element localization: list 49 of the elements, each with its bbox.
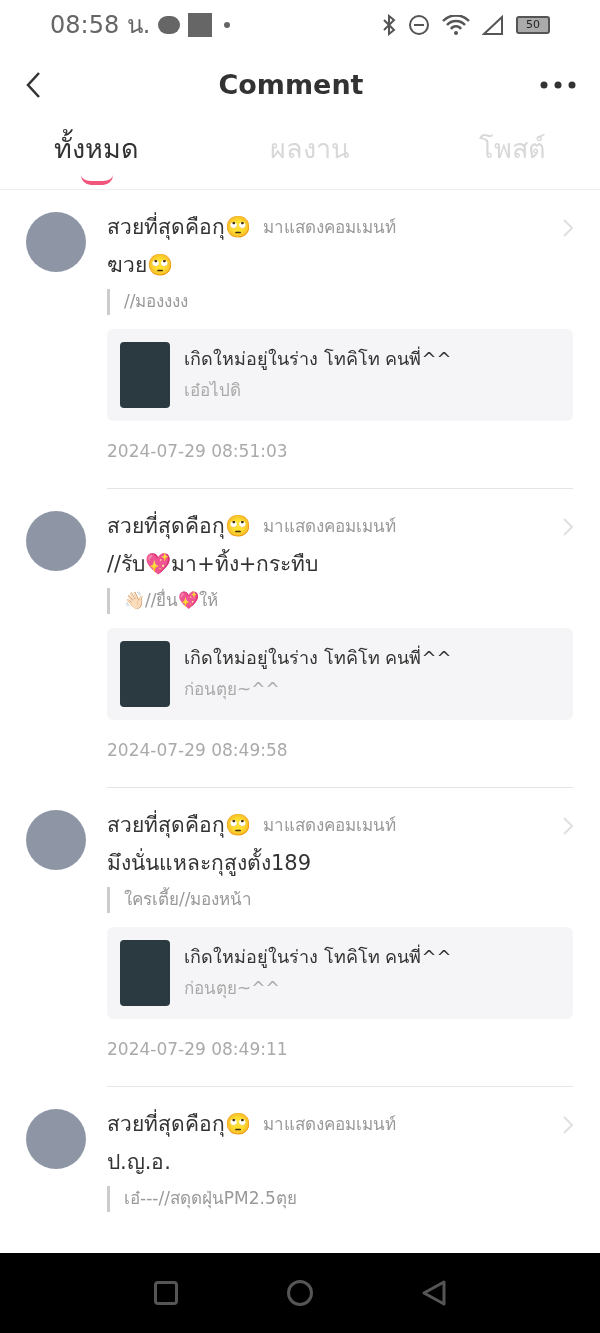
quoted-text: //มองงงง xyxy=(124,291,189,311)
bluetooth-icon xyxy=(382,14,396,36)
home-button[interactable] xyxy=(287,1280,313,1306)
quoted-text: เอ๋---//สดุดฝุ่นPM2.5ตุย xyxy=(124,1188,297,1208)
status-time: 08:58 น. xyxy=(50,10,151,41)
signal-icon xyxy=(482,15,504,35)
quoted-text: 👋🏻//ยื่น💖ให้ xyxy=(124,590,219,610)
more-icon[interactable] xyxy=(540,81,576,89)
work-card[interactable]: เกิดใหม่อยู่ในร่าง โทคิโท คนพี่^^ ก่อนตุย~^^ xyxy=(107,627,573,720)
work-card[interactable]: เกิดใหม่อยู่ในร่าง โทคิโท คนพี่^^ ก่อนตุย~^^ xyxy=(107,926,573,1019)
avatar[interactable] xyxy=(26,511,86,571)
comment-time: 2024-07-29 08:49:58 xyxy=(107,738,289,762)
action-text: มาแสดงคอมเมนท์ xyxy=(263,814,397,837)
wifi-icon xyxy=(442,15,470,35)
work-title: เกิดใหม่อยู่ในร่าง โทคิโท คนพี่^^ xyxy=(184,644,452,671)
comment-time: 2024-07-29 08:51:03 xyxy=(107,439,289,463)
cover-photo-placeholder xyxy=(120,939,170,1006)
back-button[interactable] xyxy=(421,1280,446,1306)
comment-text: ฆวย🙄 xyxy=(107,251,174,279)
comment-text: //รับ💖มา+ทิ้ง+กระทืบ xyxy=(107,548,320,578)
action-text: มาแสดงคอมเมนท์ xyxy=(263,515,397,538)
battery-icon: 50 xyxy=(516,16,550,34)
avatar[interactable] xyxy=(26,212,86,272)
work-excerpt: เอ๋อไปดิ xyxy=(184,379,242,403)
quoted-text: ใครเตี้ย//มองหน้า xyxy=(124,889,253,909)
comment-text: ป.ญ.อ. xyxy=(107,1148,173,1176)
comment-text: มึงนั่นแหละกุสูงตั้ง189 xyxy=(107,847,313,878)
recents-button[interactable] xyxy=(154,1281,179,1305)
cover-photo-placeholder xyxy=(120,341,170,408)
action-text: มาแสดงคอมเมนท์ xyxy=(263,1113,397,1136)
work-excerpt: ก่อนตุย~^^ xyxy=(184,678,281,702)
author-name[interactable]: สวยที่สุดคือกุ🙄 xyxy=(107,212,251,244)
comment-time: 2024-07-29 08:49:11 xyxy=(107,1037,289,1061)
do-not-disturb-icon xyxy=(408,14,430,36)
author-name[interactable]: สวยที่สุดคือกุ🙄 xyxy=(107,1109,251,1141)
tab[interactable]: ทั้งหมด xyxy=(54,120,139,189)
author-name[interactable]: สวยที่สุดคือกุ🙄 xyxy=(107,511,251,543)
avatar[interactable] xyxy=(26,810,86,870)
work-title: เกิดใหม่อยู่ในร่าง โทคิโท คนพี่^^ xyxy=(184,943,452,970)
notification-square-icon xyxy=(188,13,213,37)
cover-photo-placeholder xyxy=(120,640,170,707)
action-text: มาแสดงคอมเมนท์ xyxy=(263,216,397,239)
page-title: Comment xyxy=(217,67,365,102)
work-card[interactable]: เกิดใหม่อยู่ในร่าง โทคิโท คนพี่^^ เอ๋อไปดิ xyxy=(107,328,573,421)
work-excerpt: ก่อนตุย~^^ xyxy=(184,977,281,1001)
work-title: เกิดใหม่อยู่ในร่าง โทคิโท คนพี่^^ xyxy=(184,345,452,372)
back-icon[interactable] xyxy=(24,70,42,100)
avatar[interactable] xyxy=(26,1109,86,1169)
author-name[interactable]: สวยที่สุดคือกุ🙄 xyxy=(107,810,251,842)
